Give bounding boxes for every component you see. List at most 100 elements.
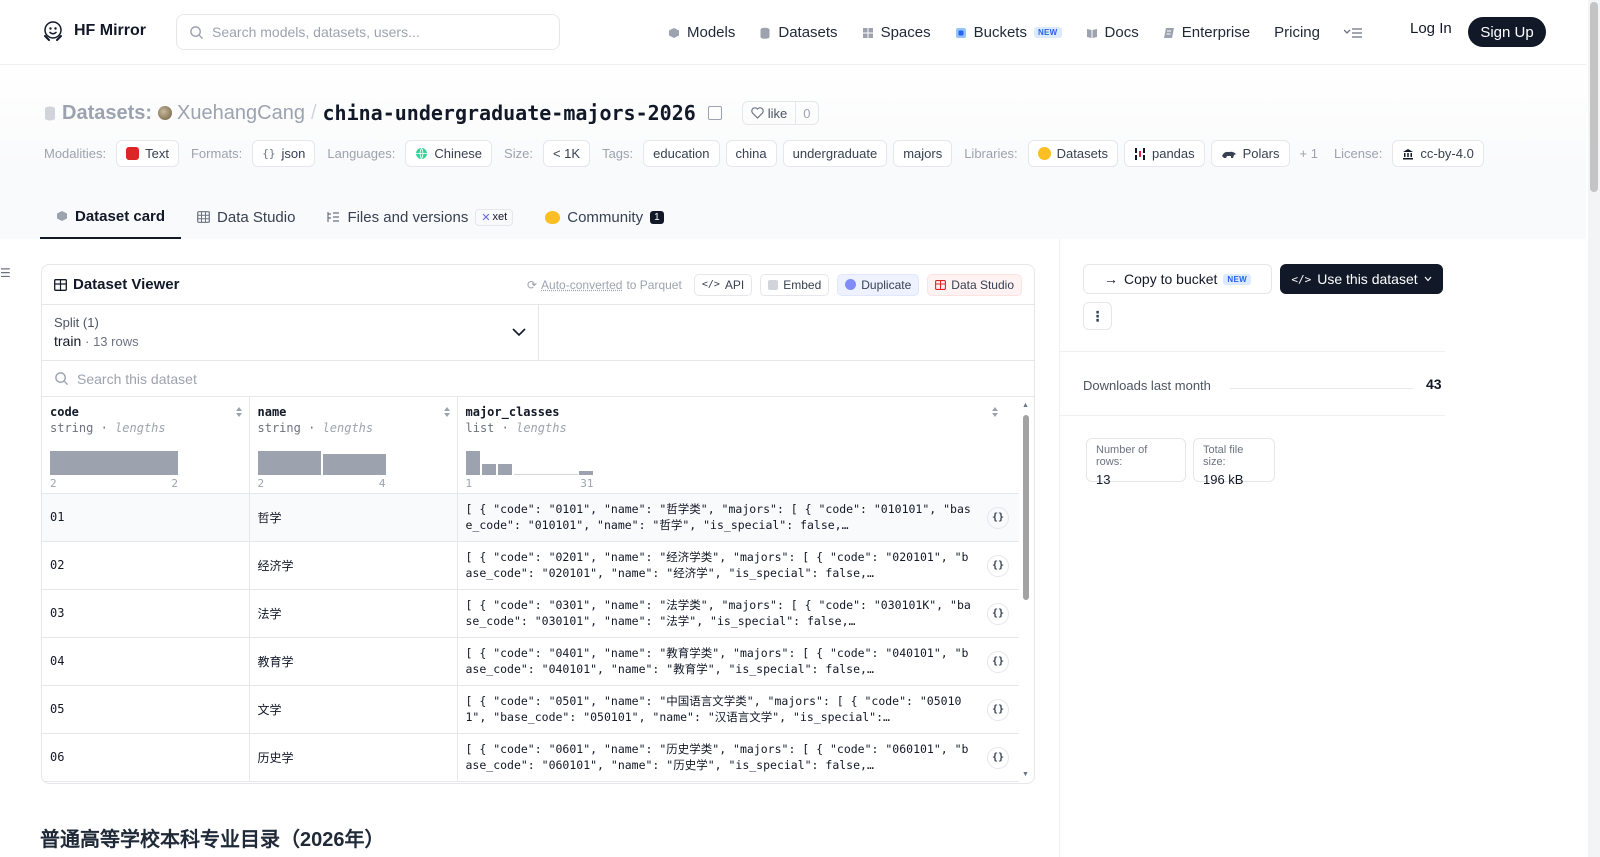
cell-name[interactable]: 哲学 (249, 493, 458, 542)
table-row[interactable]: 01 哲学 [ { "code": "0101", "name": "哲学类",… (42, 493, 1019, 542)
nav-datasets[interactable]: Datasets (759, 24, 838, 41)
nav-models[interactable]: Models (668, 24, 735, 41)
api-button[interactable]: </> API (693, 273, 753, 296)
cell-major-classes[interactable]: [ { "code": "0301", "name": "法学类", "majo… (457, 589, 1019, 638)
embed-button[interactable]: Embed (760, 273, 830, 296)
signup-button[interactable]: Sign Up (1468, 17, 1546, 47)
tag-license[interactable]: cc-by-4.0 (1392, 140, 1484, 167)
nav-pricing[interactable]: Pricing (1274, 24, 1320, 41)
brand-logo[interactable]: HF Mirror (42, 19, 146, 43)
tag-size[interactable]: < 1K (542, 140, 591, 167)
cell-major-classes[interactable]: [ { "code": "0201", "name": "经济学类", "maj… (457, 541, 1019, 590)
more-menu-button[interactable] (1343, 27, 1362, 39)
tag-language-chinese[interactable]: Chinese (405, 140, 493, 167)
table-row[interactable]: 04 教育学 [ { "code": "0401", "name": "教育学类… (42, 637, 1019, 686)
table-row[interactable]: 03 法学 [ { "code": "0301", "name": "法学类",… (42, 589, 1019, 638)
braces-icon: {} (262, 147, 276, 160)
global-search-input[interactable] (212, 24, 532, 40)
copy-icon[interactable] (707, 106, 722, 120)
cell-code[interactable]: 05 (42, 685, 250, 734)
login-link[interactable]: Log In (1410, 20, 1452, 37)
cell-code[interactable]: 03 (42, 589, 250, 638)
histogram-bar[interactable] (481, 464, 496, 475)
owner-link[interactable]: XuehangCang (158, 102, 305, 125)
tab-files-versions[interactable]: Files and versions ✕ xet (311, 195, 529, 239)
histogram-bar[interactable] (513, 474, 578, 475)
expand-json-icon[interactable]: {} (987, 506, 1009, 529)
tag-lib-datasets[interactable]: Datasets (1027, 140, 1118, 167)
tab-community[interactable]: Community 1 (529, 195, 679, 239)
table-row[interactable]: 05 文学 [ { "code": "0501", "name": "中国语言文… (42, 685, 1019, 734)
scroll-up-icon[interactable]: ▲ (1022, 402, 1029, 409)
duplicate-button[interactable]: Duplicate (837, 273, 920, 296)
data-studio-button[interactable]: Data Studio (927, 273, 1022, 296)
scroll-down-icon[interactable]: ▼ (1022, 771, 1029, 778)
cell-major-classes[interactable]: [ { "code": "0501", "name": "中国语言文学类", "… (457, 685, 1019, 734)
table-row[interactable]: 06 历史学 [ { "code": "0601", "name": "历史学类… (42, 733, 1019, 782)
table-row[interactable]: 02 经济学 [ { "code": "0201", "name": "经济学类… (42, 541, 1019, 590)
copy-to-bucket-button[interactable]: → Copy to bucket NEW (1083, 264, 1272, 294)
tag-format-json[interactable]: {} json (252, 140, 316, 167)
histogram-bar[interactable] (50, 451, 178, 475)
expand-json-icon[interactable]: {} (987, 698, 1009, 721)
tag-lib-polars[interactable]: Polars (1210, 140, 1290, 167)
sort-icon[interactable] (991, 406, 999, 418)
cell-name[interactable]: 法学 (249, 589, 458, 638)
tab-data-studio[interactable]: Data Studio (181, 195, 311, 239)
cell-code[interactable]: 04 (42, 637, 250, 686)
cell-name[interactable]: 经济学 (249, 541, 458, 590)
tag-modality-text[interactable]: Text (116, 140, 179, 167)
nav-enterprise[interactable]: Enterprise (1163, 24, 1250, 41)
split-selector[interactable]: Split (1) train · 13 rows (42, 305, 539, 360)
cell-name[interactable]: 教育学 (249, 637, 458, 686)
cell-major-classes[interactable]: [ { "code": "0601", "name": "历史学类", "maj… (457, 733, 1019, 782)
histogram-bar[interactable] (497, 464, 512, 475)
auto-converted-link[interactable]: Auto-converted (541, 278, 622, 292)
histogram-bar[interactable] (578, 471, 593, 475)
dataset-search[interactable] (42, 361, 1034, 397)
histogram-bar[interactable] (257, 451, 321, 475)
histogram-bar[interactable] (322, 454, 386, 475)
auto-converted-note: ⟳ Auto-converted to Parquet (527, 278, 682, 292)
histogram-bar[interactable] (465, 451, 480, 475)
tag-china[interactable]: china (725, 140, 777, 167)
libraries-more[interactable]: + 1 (1300, 146, 1318, 161)
cell-name[interactable]: 历史学 (249, 733, 458, 782)
tab-dataset-card[interactable]: Dataset card (40, 195, 182, 239)
expand-json-icon[interactable]: {} (987, 746, 1009, 769)
tag-education[interactable]: education (643, 140, 720, 167)
table-scrollbar[interactable]: ▲ ▼ (1021, 400, 1031, 780)
nav-spaces[interactable]: Spaces (862, 24, 931, 41)
nav-docs[interactable]: Docs (1086, 24, 1139, 41)
tag-undergraduate[interactable]: undergraduate (782, 140, 888, 167)
sidebar-toggle-icon[interactable]: ☰ (0, 266, 11, 280)
column-stat: lengths (322, 421, 374, 435)
page-scrollbar-thumb[interactable] (1590, 2, 1598, 192)
global-search[interactable] (176, 14, 560, 50)
scrollbar-thumb[interactable] (1023, 415, 1029, 600)
like-button[interactable]: like 0 (741, 101, 819, 125)
column-header-major-classes[interactable]: major_classes list · lengths 1 31 (457, 397, 1019, 494)
expand-json-icon[interactable]: {} (987, 554, 1009, 577)
cell-major-classes[interactable]: [ { "code": "0101", "name": "哲学类", "majo… (457, 493, 1019, 542)
tag-majors[interactable]: majors (893, 140, 953, 167)
cell-code[interactable]: 01 (42, 493, 250, 542)
page-scrollbar[interactable] (1588, 0, 1600, 857)
sort-icon[interactable] (443, 406, 451, 418)
column-header-name[interactable]: name string · lengths 24 (249, 397, 458, 494)
cell-name[interactable]: 文学 (249, 685, 458, 734)
dataset-search-input[interactable] (77, 370, 477, 387)
expand-json-icon[interactable]: {} (987, 602, 1009, 625)
sort-icon[interactable] (235, 406, 243, 418)
cell-major-classes[interactable]: [ { "code": "0401", "name": "教育学类", "maj… (457, 637, 1019, 686)
tag-lib-pandas[interactable]: pandas (1123, 140, 1205, 167)
cell-code[interactable]: 06 (42, 733, 250, 782)
grid-icon (862, 27, 873, 38)
column-header-code[interactable]: code string · lengths 22 (42, 397, 250, 494)
more-options-button[interactable]: ⋮ (1083, 302, 1112, 330)
dataset-name[interactable]: china-undergraduate-majors-2026 (323, 101, 696, 125)
use-this-dataset-button[interactable]: </> Use this dataset (1280, 264, 1443, 294)
nav-buckets[interactable]: Buckets NEW (955, 24, 1062, 41)
expand-json-icon[interactable]: {} (987, 650, 1009, 673)
cell-code[interactable]: 02 (42, 541, 250, 590)
